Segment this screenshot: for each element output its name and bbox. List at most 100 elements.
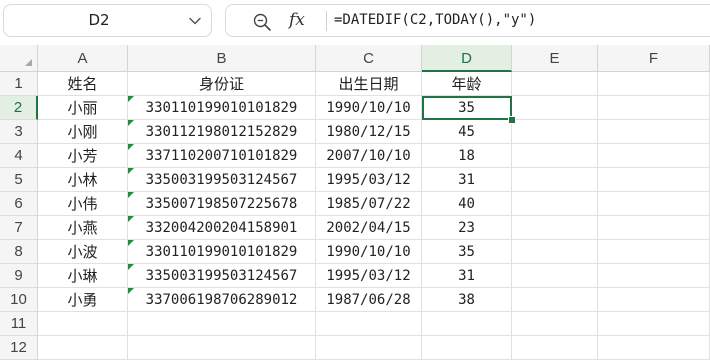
row-header-10[interactable]: 10 xyxy=(0,288,38,312)
cell-a2[interactable]: 小丽 xyxy=(38,96,128,120)
cell-a12[interactable] xyxy=(38,336,128,360)
cell-e3[interactable] xyxy=(512,120,598,144)
cell-f3[interactable] xyxy=(598,120,710,144)
cell-e5[interactable] xyxy=(512,168,598,192)
cell-f8[interactable] xyxy=(598,240,710,264)
row-header-12[interactable]: 12 xyxy=(0,336,38,360)
column-header-b[interactable]: B xyxy=(128,45,316,72)
cell-a7[interactable]: 小燕 xyxy=(38,216,128,240)
cell-b1[interactable]: 身份证 xyxy=(128,72,316,96)
cell-e9[interactable] xyxy=(512,264,598,288)
cell-f4[interactable] xyxy=(598,144,710,168)
cell-f9[interactable] xyxy=(598,264,710,288)
cell-e2[interactable] xyxy=(512,96,598,120)
row-header-6[interactable]: 6 xyxy=(0,192,38,216)
cell-c9[interactable]: 1995/03/12 xyxy=(316,264,422,288)
cell-b8[interactable]: 330110199010101829 xyxy=(128,240,316,264)
cell-b12[interactable] xyxy=(128,336,316,360)
cell-b6[interactable]: 335007198507225678 xyxy=(128,192,316,216)
cell-e11[interactable] xyxy=(512,312,598,336)
cell-a5[interactable]: 小林 xyxy=(38,168,128,192)
cell-b2[interactable]: 330110199010101829 xyxy=(128,96,316,120)
row-header-5[interactable]: 5 xyxy=(0,168,38,192)
cell-c1[interactable]: 出生日期 xyxy=(316,72,422,96)
cell-c5[interactable]: 1995/03/12 xyxy=(316,168,422,192)
cell-d5[interactable]: 31 xyxy=(422,168,512,192)
row-header-11[interactable]: 11 xyxy=(0,312,38,336)
cell-c2[interactable]: 1990/10/10 xyxy=(316,96,422,120)
row-header-1[interactable]: 1 xyxy=(0,72,38,96)
cell-f1[interactable] xyxy=(598,72,710,96)
cell-d1[interactable]: 年龄 xyxy=(422,72,512,96)
cell-c7[interactable]: 2002/04/15 xyxy=(316,216,422,240)
cell-b3[interactable]: 330112198012152829 xyxy=(128,120,316,144)
cell-e10[interactable] xyxy=(512,288,598,312)
cell-d8[interactable]: 35 xyxy=(422,240,512,264)
cell-d12[interactable] xyxy=(422,336,512,360)
column-header-a[interactable]: A xyxy=(38,45,128,72)
cell-a3[interactable]: 小刚 xyxy=(38,120,128,144)
cell-a11[interactable] xyxy=(38,312,128,336)
cell-d4[interactable]: 18 xyxy=(422,144,512,168)
cell-a1[interactable]: 姓名 xyxy=(38,72,128,96)
cell-e6[interactable] xyxy=(512,192,598,216)
cell-a10[interactable]: 小勇 xyxy=(38,288,128,312)
cell-d2[interactable]: 35 xyxy=(422,96,512,120)
cell-c3[interactable]: 1980/12/15 xyxy=(316,120,422,144)
cell-c4[interactable]: 2007/10/10 xyxy=(316,144,422,168)
cell-d9[interactable]: 31 xyxy=(422,264,512,288)
column-header-e[interactable]: E xyxy=(512,45,598,72)
row-header-2[interactable]: 2 xyxy=(0,96,38,120)
cell-a8[interactable]: 小波 xyxy=(38,240,128,264)
cell-b5[interactable]: 335003199503124567 xyxy=(128,168,316,192)
column-header-c[interactable]: C xyxy=(316,45,422,72)
cell-d11[interactable] xyxy=(422,312,512,336)
column-header-f[interactable]: F xyxy=(598,45,710,72)
row-header-8[interactable]: 8 xyxy=(0,240,38,264)
formula-toolbar: D2 fx =DATEDIF(C2,TODAY(),"y") xyxy=(0,0,710,45)
row-header-7[interactable]: 7 xyxy=(0,216,38,240)
cell-c11[interactable] xyxy=(316,312,422,336)
cell-e4[interactable] xyxy=(512,144,598,168)
cell-f5[interactable] xyxy=(598,168,710,192)
cell-c12[interactable] xyxy=(316,336,422,360)
cell-value: 38 xyxy=(458,292,475,308)
cell-value: 35 xyxy=(458,244,475,260)
cell-e12[interactable] xyxy=(512,336,598,360)
cell-a9[interactable]: 小琳 xyxy=(38,264,128,288)
cell-c6[interactable]: 1985/07/22 xyxy=(316,192,422,216)
cell-f6[interactable] xyxy=(598,192,710,216)
cell-f10[interactable] xyxy=(598,288,710,312)
row-header-4[interactable]: 4 xyxy=(0,144,38,168)
cell-e8[interactable] xyxy=(512,240,598,264)
cell-e1[interactable] xyxy=(512,72,598,96)
cell-f2[interactable] xyxy=(598,96,710,120)
cell-b9[interactable]: 335003199503124567 xyxy=(128,264,316,288)
cell-b7[interactable]: 332004200204158901 xyxy=(128,216,316,240)
cell-c8[interactable]: 1990/10/10 xyxy=(316,240,422,264)
cell-f11[interactable] xyxy=(598,312,710,336)
formula-input[interactable]: =DATEDIF(C2,TODAY(),"y") xyxy=(334,5,536,36)
row-header-9[interactable]: 9 xyxy=(0,264,38,288)
cell-b4[interactable]: 337110200710101829 xyxy=(128,144,316,168)
column-header-d[interactable]: D xyxy=(422,45,512,72)
cell-a4[interactable]: 小芳 xyxy=(38,144,128,168)
cell-d3[interactable]: 45 xyxy=(422,120,512,144)
fx-icon[interactable]: fx xyxy=(289,8,305,32)
row-header-3[interactable]: 3 xyxy=(0,120,38,144)
cell-b11[interactable] xyxy=(128,312,316,336)
select-all-triangle-icon xyxy=(25,59,32,66)
select-all-corner[interactable] xyxy=(0,45,38,72)
cell-d7[interactable]: 23 xyxy=(422,216,512,240)
name-box[interactable]: D2 xyxy=(3,4,212,37)
cell-b10[interactable]: 337006198706289012 xyxy=(128,288,316,312)
cell-e7[interactable] xyxy=(512,216,598,240)
cell-f7[interactable] xyxy=(598,216,710,240)
cell-d6[interactable]: 40 xyxy=(422,192,512,216)
cell-a6[interactable]: 小伟 xyxy=(38,192,128,216)
zoom-magnifier-icon[interactable] xyxy=(252,12,272,32)
cell-c10[interactable]: 1987/06/28 xyxy=(316,288,422,312)
cell-d10[interactable]: 38 xyxy=(422,288,512,312)
cell-f12[interactable] xyxy=(598,336,710,360)
chevron-down-icon[interactable] xyxy=(188,14,202,28)
